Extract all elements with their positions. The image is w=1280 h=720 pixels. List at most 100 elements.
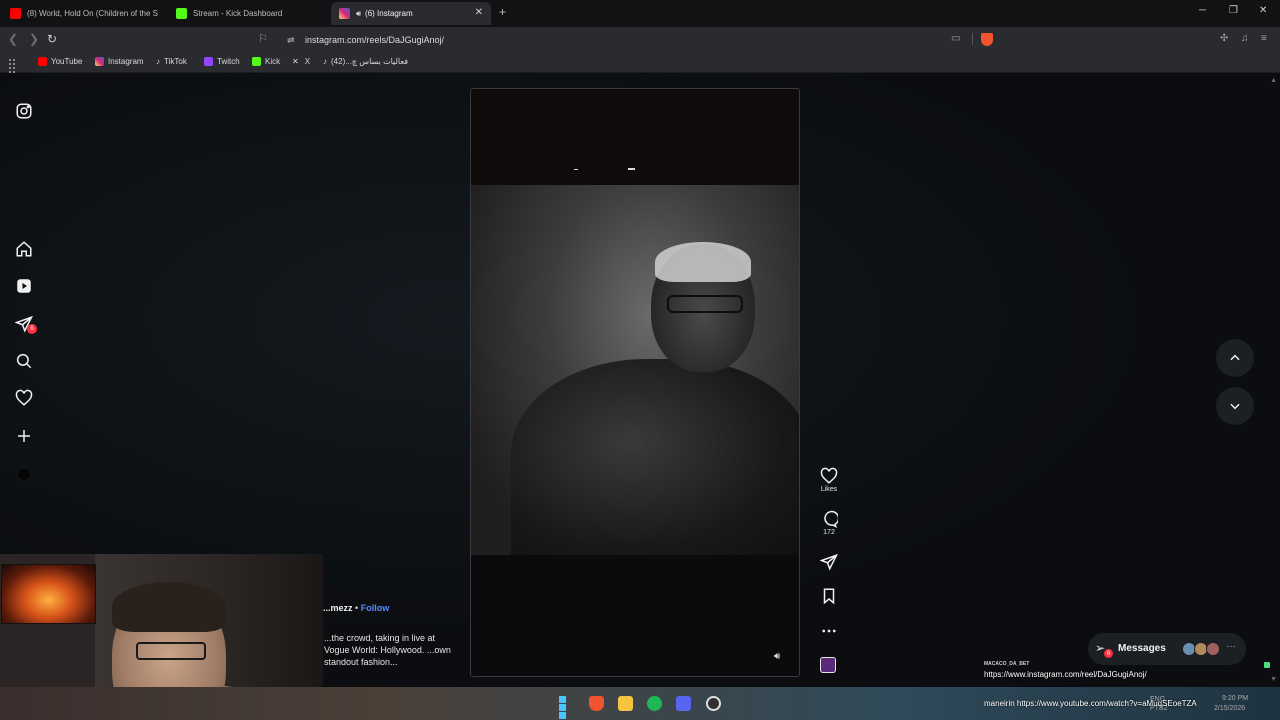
chat-username: MACACO_DA_BET: [984, 661, 1030, 667]
heart-icon: [820, 467, 838, 484]
site-info-icon[interactable]: ⇌: [287, 35, 295, 46]
comment-count: 172: [823, 529, 835, 536]
create-icon[interactable]: [14, 426, 34, 446]
share-icon: [820, 553, 838, 571]
chevron-up-icon: [1230, 354, 1240, 361]
bookmark-x[interactable]: ✕ X: [292, 57, 310, 66]
brave-icon[interactable]: [589, 696, 604, 711]
tab-strip: (8) World, Hold On (Children of the S St…: [0, 0, 1280, 27]
chat-message: maneirin https://www.youtube.com/watch?v…: [984, 699, 1197, 708]
obs-icon[interactable]: [706, 696, 721, 711]
video-bottom-band: [471, 555, 799, 676]
caption-text[interactable]: ...the crowd, taking in live at Vogue Wo…: [324, 632, 454, 668]
stream-chat-overlay: MACACO_DA_BET https://www.instagram.com/…: [984, 660, 1280, 720]
messages-label: Messages: [1118, 643, 1166, 654]
new-tab-button[interactable]: +: [499, 5, 506, 19]
caption-username[interactable]: ...mezz: [323, 603, 353, 613]
toolbar: ❮ ❯ ↻ ⚐ ⇌ instagram.com/reels/DaJGugiAno…: [0, 27, 1280, 53]
bookmark-instagram[interactable]: Instagram: [95, 57, 144, 66]
windows-start-icon[interactable]: [559, 696, 574, 719]
fireplace-video: [1, 564, 96, 624]
instagram-icon: [339, 8, 350, 19]
tab-youtube[interactable]: (8) World, Hold On (Children of the S: [2, 2, 168, 25]
bookmark-folder[interactable]: ♪ فعالیات بساس چ...(42): [323, 57, 408, 66]
reels-icon[interactable]: [14, 276, 34, 296]
comment-button[interactable]: 172: [812, 510, 846, 536]
home-icon[interactable]: [14, 239, 34, 259]
url-text[interactable]: instagram.com/reels/DaJGugiAnoj/: [305, 35, 444, 45]
youtube-icon: [10, 8, 21, 19]
address-bar[interactable]: ⇌ instagram.com/reels/DaJGugiAnoj/: [278, 30, 998, 50]
chat-message: https://www.instagram.com/reel/DaJGugiAn…: [984, 670, 1147, 679]
twitch-icon: [204, 57, 213, 66]
restore-button[interactable]: ❐: [1229, 5, 1238, 16]
audio-thumbnail[interactable]: [820, 657, 836, 673]
media-icon[interactable]: ♫: [1241, 33, 1249, 44]
close-tab-icon[interactable]: ✕: [475, 7, 483, 18]
back-button[interactable]: ❮: [8, 32, 18, 46]
tiktok-icon: ♪: [323, 57, 327, 66]
youtube-icon: [38, 57, 47, 66]
reel-video[interactable]: 🔊︎: [470, 88, 800, 677]
bookmark-label: Instagram: [108, 57, 144, 66]
instagram-icon: [95, 57, 104, 66]
bookmark-twitch[interactable]: Twitch: [204, 57, 240, 66]
file-explorer-icon[interactable]: [618, 696, 633, 711]
follow-button[interactable]: Follow: [361, 603, 390, 613]
person-jacket: [511, 359, 799, 569]
bookmark-youtube[interactable]: YouTube: [38, 57, 82, 66]
volume-icon[interactable]: 🔊︎: [774, 651, 780, 662]
bookmarks-bar: YouTube Instagram ♪ TikTok Twitch Kick ✕ X…: [0, 53, 1280, 77]
cast-icon[interactable]: ▭: [951, 33, 960, 44]
more-button[interactable]: [812, 622, 846, 640]
tab-title: (8) World, Hold On (Children of the S: [27, 9, 159, 18]
apps-grid-icon[interactable]: [8, 58, 18, 77]
heart-icon[interactable]: [14, 388, 34, 408]
messages-badge: 6: [1104, 649, 1113, 658]
kick-icon: [252, 57, 261, 66]
extensions-icon[interactable]: ✣: [1220, 33, 1228, 44]
minimize-button[interactable]: ─: [1199, 5, 1206, 16]
close-window-button[interactable]: ✕: [1259, 5, 1267, 16]
scroll-up-icon[interactable]: ▲: [1270, 77, 1277, 84]
brave-shields-icon[interactable]: [981, 33, 993, 46]
scrollbar[interactable]: ▲ ▼: [1268, 73, 1280, 687]
caption-username-row: ...mezz • Follow: [323, 603, 389, 613]
video-mark: [574, 169, 578, 170]
spotify-icon[interactable]: [647, 696, 662, 711]
video-mark: [628, 168, 635, 170]
bookmark-kick[interactable]: Kick: [252, 57, 280, 66]
bookmark-label: X: [304, 57, 311, 66]
instagram-logo-icon[interactable]: [14, 101, 34, 121]
like-button[interactable]: Likes: [812, 467, 846, 493]
speaker-icon: 🔊︎: [356, 8, 362, 18]
avatar: [1206, 642, 1220, 656]
reload-button[interactable]: ↻: [47, 32, 57, 46]
tab-instagram[interactable]: 🔊︎ (6) Instagram ✕: [331, 2, 491, 25]
divider: [972, 33, 973, 45]
person-glasses: [667, 295, 743, 313]
profile-avatar[interactable]: [17, 467, 31, 481]
streamer-glasses: [136, 642, 206, 660]
more-icon: ···: [1226, 641, 1236, 652]
save-button[interactable]: [812, 587, 846, 605]
tab-title: Stream - Kick Dashboard: [193, 9, 283, 18]
menu-icon[interactable]: ≡: [1261, 33, 1267, 44]
person-hair: [655, 242, 751, 282]
bookmark-label: Kick: [265, 57, 281, 66]
bookmark-label: TikTok: [164, 57, 187, 66]
previous-reel-button[interactable]: [1216, 339, 1254, 377]
next-reel-button[interactable]: [1216, 387, 1254, 425]
forward-button[interactable]: ❯: [29, 32, 39, 46]
tab-kick-dashboard[interactable]: Stream - Kick Dashboard: [168, 2, 330, 25]
bookmark-tiktok[interactable]: ♪ TikTok: [156, 57, 187, 66]
bookmark-page-icon[interactable]: ⚐: [258, 32, 268, 45]
kick-icon: [176, 8, 187, 19]
share-button[interactable]: [812, 553, 846, 571]
bookmark-icon: [823, 588, 835, 605]
likes-label: Likes: [820, 486, 838, 493]
discord-icon[interactable]: [676, 696, 691, 711]
x-icon: ✕: [292, 57, 299, 66]
search-icon[interactable]: [14, 351, 34, 371]
bookmark-label: YouTube: [51, 57, 83, 66]
